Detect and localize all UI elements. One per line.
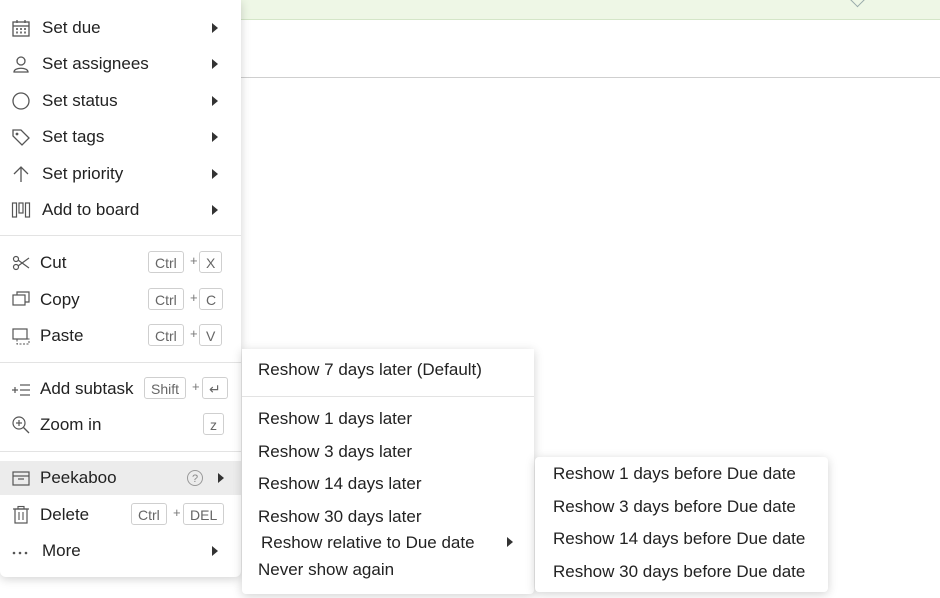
shortcut-key: C [199,288,224,310]
menu-item-more[interactable]: More [0,534,241,568]
submenu-arrow-icon [218,473,224,483]
circle-icon [11,91,31,111]
menu-item-set-status[interactable]: Set status [0,84,241,118]
shortcut-key: DEL [183,503,225,525]
option-reshow-1-day-before-due[interactable]: Reshow 1 days before Due date [553,464,796,484]
shortcut-key: Shift [144,377,187,399]
menu-item-label: Delete [40,505,90,524]
submenu-arrow-icon [212,205,218,215]
copy-icon [11,290,31,310]
help-icon[interactable]: ? [187,470,203,486]
zoom-in-icon [11,415,31,435]
menu-item-label: Copy [40,290,80,309]
menu-item-add-subtask[interactable]: Add subtask Shift + ↵ [0,372,241,406]
menu-separator [0,235,241,236]
peekaboo-submenu: Reshow 7 days later (Default) Reshow 1 d… [242,349,534,594]
shortcut-plus: + [190,290,198,305]
shortcut-key: Ctrl [148,324,184,346]
menu-separator [0,451,241,452]
menu-item-add-to-board[interactable]: Add to board [0,193,241,227]
submenu-arrow-icon [212,23,218,33]
shortcut-key: X [199,251,223,273]
paste-icon [11,326,31,346]
shortcut-plus: + [173,505,181,520]
menu-item-peekaboo[interactable]: Peekaboo ? [0,461,241,495]
submenu-arrow-icon [507,537,513,547]
menu-separator [0,362,241,363]
shortcut-key: ↵ [202,377,228,399]
menu-item-label: Add to board [42,200,140,219]
shortcut-key: Ctrl [148,251,184,273]
menu-item-label: Set assignees [42,54,149,73]
menu-item-set-assignees[interactable]: Set assignees [0,47,241,81]
calendar-icon [11,18,31,38]
submenu-arrow-icon [212,546,218,556]
shortcut-key: Ctrl [148,288,184,310]
menu-item-set-due[interactable]: Set due [0,11,241,45]
menu-item-set-priority[interactable]: Set priority [0,157,241,191]
due-date-submenu: Reshow 1 days before Due date Reshow 3 d… [535,457,828,592]
menu-item-copy[interactable]: Copy Ctrl + C [0,283,241,317]
submenu-arrow-icon [212,96,218,106]
menu-item-cut[interactable]: Cut Ctrl + X [0,246,241,280]
shortcut-plus: + [190,326,198,341]
shortcut-plus: + [192,379,200,394]
submenu-arrow-icon [212,169,218,179]
scissors-icon [11,253,31,273]
trash-icon [11,505,31,525]
tag-icon [11,127,31,147]
header-divider [240,77,940,78]
option-reshow-relative-due[interactable]: Reshow relative to Due date [261,533,475,553]
menu-item-label: Set priority [42,164,124,183]
chevron-down-icon[interactable] [849,0,866,8]
shortcut-key: V [199,324,223,346]
option-reshow-3-days-before-due[interactable]: Reshow 3 days before Due date [553,497,796,517]
menu-item-paste[interactable]: Paste Ctrl + V [0,319,241,353]
inbox-icon [11,468,31,488]
option-reshow-default[interactable]: Reshow 7 days later (Default) [258,360,482,380]
menu-item-label: Zoom in [40,415,102,434]
user-icon [11,54,31,74]
arrow-up-icon [11,164,31,184]
menu-item-label: Set tags [42,127,105,146]
option-never-show[interactable]: Never show again [258,560,394,580]
menu-item-label: Cut [40,253,67,272]
submenu-arrow-icon [212,59,218,69]
menu-item-label: More [42,541,81,560]
menu-item-label: Add subtask [40,379,134,398]
shortcut-key: z [203,413,224,435]
option-reshow-30-days[interactable]: Reshow 30 days later [258,507,421,527]
menu-separator [242,396,534,397]
shortcut-plus: + [190,253,198,268]
subtask-icon [11,379,31,399]
board-icon [11,200,31,220]
menu-item-label: Set status [42,91,118,110]
menu-item-label: Paste [40,326,84,345]
option-reshow-3-days[interactable]: Reshow 3 days later [258,442,412,462]
option-reshow-1-day[interactable]: Reshow 1 days later [258,409,412,429]
menu-item-label: Set due [42,18,101,37]
option-reshow-14-days-before-due[interactable]: Reshow 14 days before Due date [553,529,805,549]
more-icon [11,541,31,561]
menu-item-zoom-in[interactable]: Zoom in z [0,408,241,442]
option-reshow-14-days[interactable]: Reshow 14 days later [258,474,421,494]
context-menu: Set due Set assignees Set status Set tag… [0,0,241,577]
menu-item-delete[interactable]: Delete Ctrl + DEL [0,498,241,532]
shortcut-key: Ctrl [131,503,167,525]
menu-item-label: Peekaboo [40,468,117,487]
menu-item-set-tags[interactable]: Set tags [0,120,241,154]
submenu-arrow-icon [212,132,218,142]
option-reshow-30-days-before-due[interactable]: Reshow 30 days before Due date [553,562,805,582]
